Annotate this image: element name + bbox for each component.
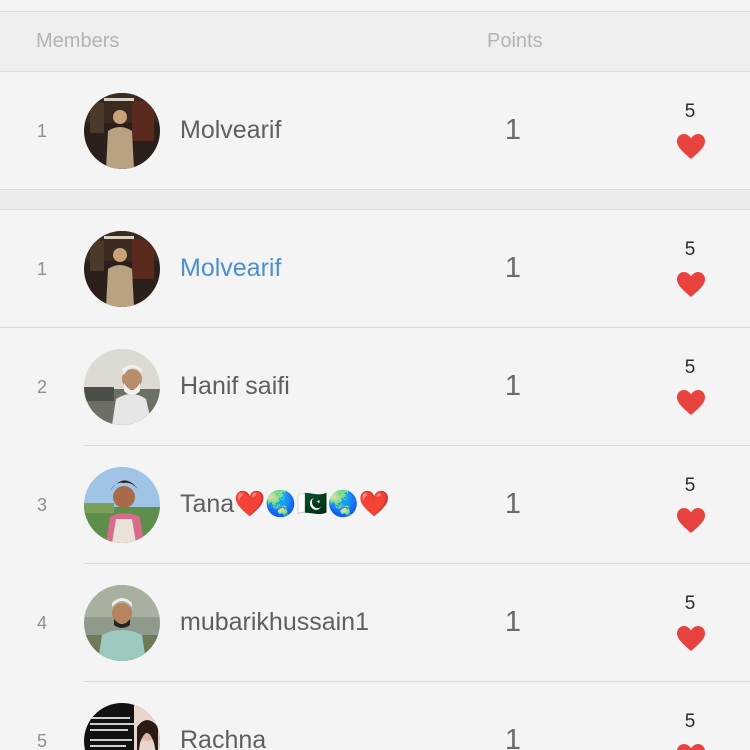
member-name[interactable]: Rachna (180, 726, 266, 750)
points-value: 1 (504, 370, 522, 402)
heart-icon[interactable] (677, 508, 705, 534)
avatar[interactable] (84, 703, 160, 750)
table-row[interactable]: 3 Tana❤️🌏🇵🇰🌏❤️ 1 5 (0, 446, 750, 564)
rank-number: 1 (36, 259, 47, 279)
top-edge (0, 0, 750, 12)
table-row[interactable]: 1 Molvearif 1 5 (0, 210, 750, 328)
heart-icon[interactable] (677, 134, 705, 160)
rank-number: 5 (36, 731, 47, 750)
table-row[interactable]: 2 Hanif saifi 1 5 (0, 328, 750, 446)
points-value: 1 (504, 252, 522, 284)
table-row[interactable]: 5 Rachna 1 5 (0, 682, 750, 750)
avatar[interactable] (84, 93, 160, 169)
current-user-row[interactable]: 1 Molvearif 1 5 (0, 72, 750, 190)
heart-icon[interactable] (677, 744, 705, 750)
rank-number: 2 (36, 377, 47, 397)
member-name[interactable]: mubarikhussain1 (180, 608, 369, 637)
member-name[interactable]: Hanif saifi (180, 372, 290, 401)
rank-number: 4 (36, 613, 47, 633)
likes-count: 5 (684, 711, 696, 732)
likes-count: 5 (684, 593, 696, 614)
avatar[interactable] (84, 467, 160, 543)
points-column-label: Points (487, 30, 543, 52)
leaderboard-header: Members Points (0, 12, 750, 72)
likes-count: 5 (684, 239, 696, 260)
points-value: 1 (504, 606, 522, 638)
likes-count: 5 (684, 475, 696, 496)
rank-number: 3 (36, 495, 47, 515)
likes-count: 5 (684, 357, 696, 378)
member-name-link[interactable]: Molvearif (180, 254, 281, 283)
table-row[interactable]: 4 mubarikhussain1 1 5 (0, 564, 750, 682)
member-name[interactable]: Molvearif (180, 116, 281, 145)
likes-count: 5 (684, 101, 696, 122)
heart-icon[interactable] (677, 390, 705, 416)
section-separator (0, 190, 750, 210)
heart-icon[interactable] (677, 626, 705, 652)
member-name[interactable]: Tana❤️🌏🇵🇰🌏❤️ (180, 490, 390, 519)
avatar[interactable] (84, 585, 160, 661)
rank-number: 1 (36, 121, 47, 141)
heart-icon[interactable] (677, 272, 705, 298)
members-column-label: Members (36, 30, 120, 52)
points-value: 1 (504, 724, 522, 750)
points-value: 1 (504, 114, 522, 146)
points-value: 1 (504, 488, 522, 520)
avatar[interactable] (84, 231, 160, 307)
avatar[interactable] (84, 349, 160, 425)
